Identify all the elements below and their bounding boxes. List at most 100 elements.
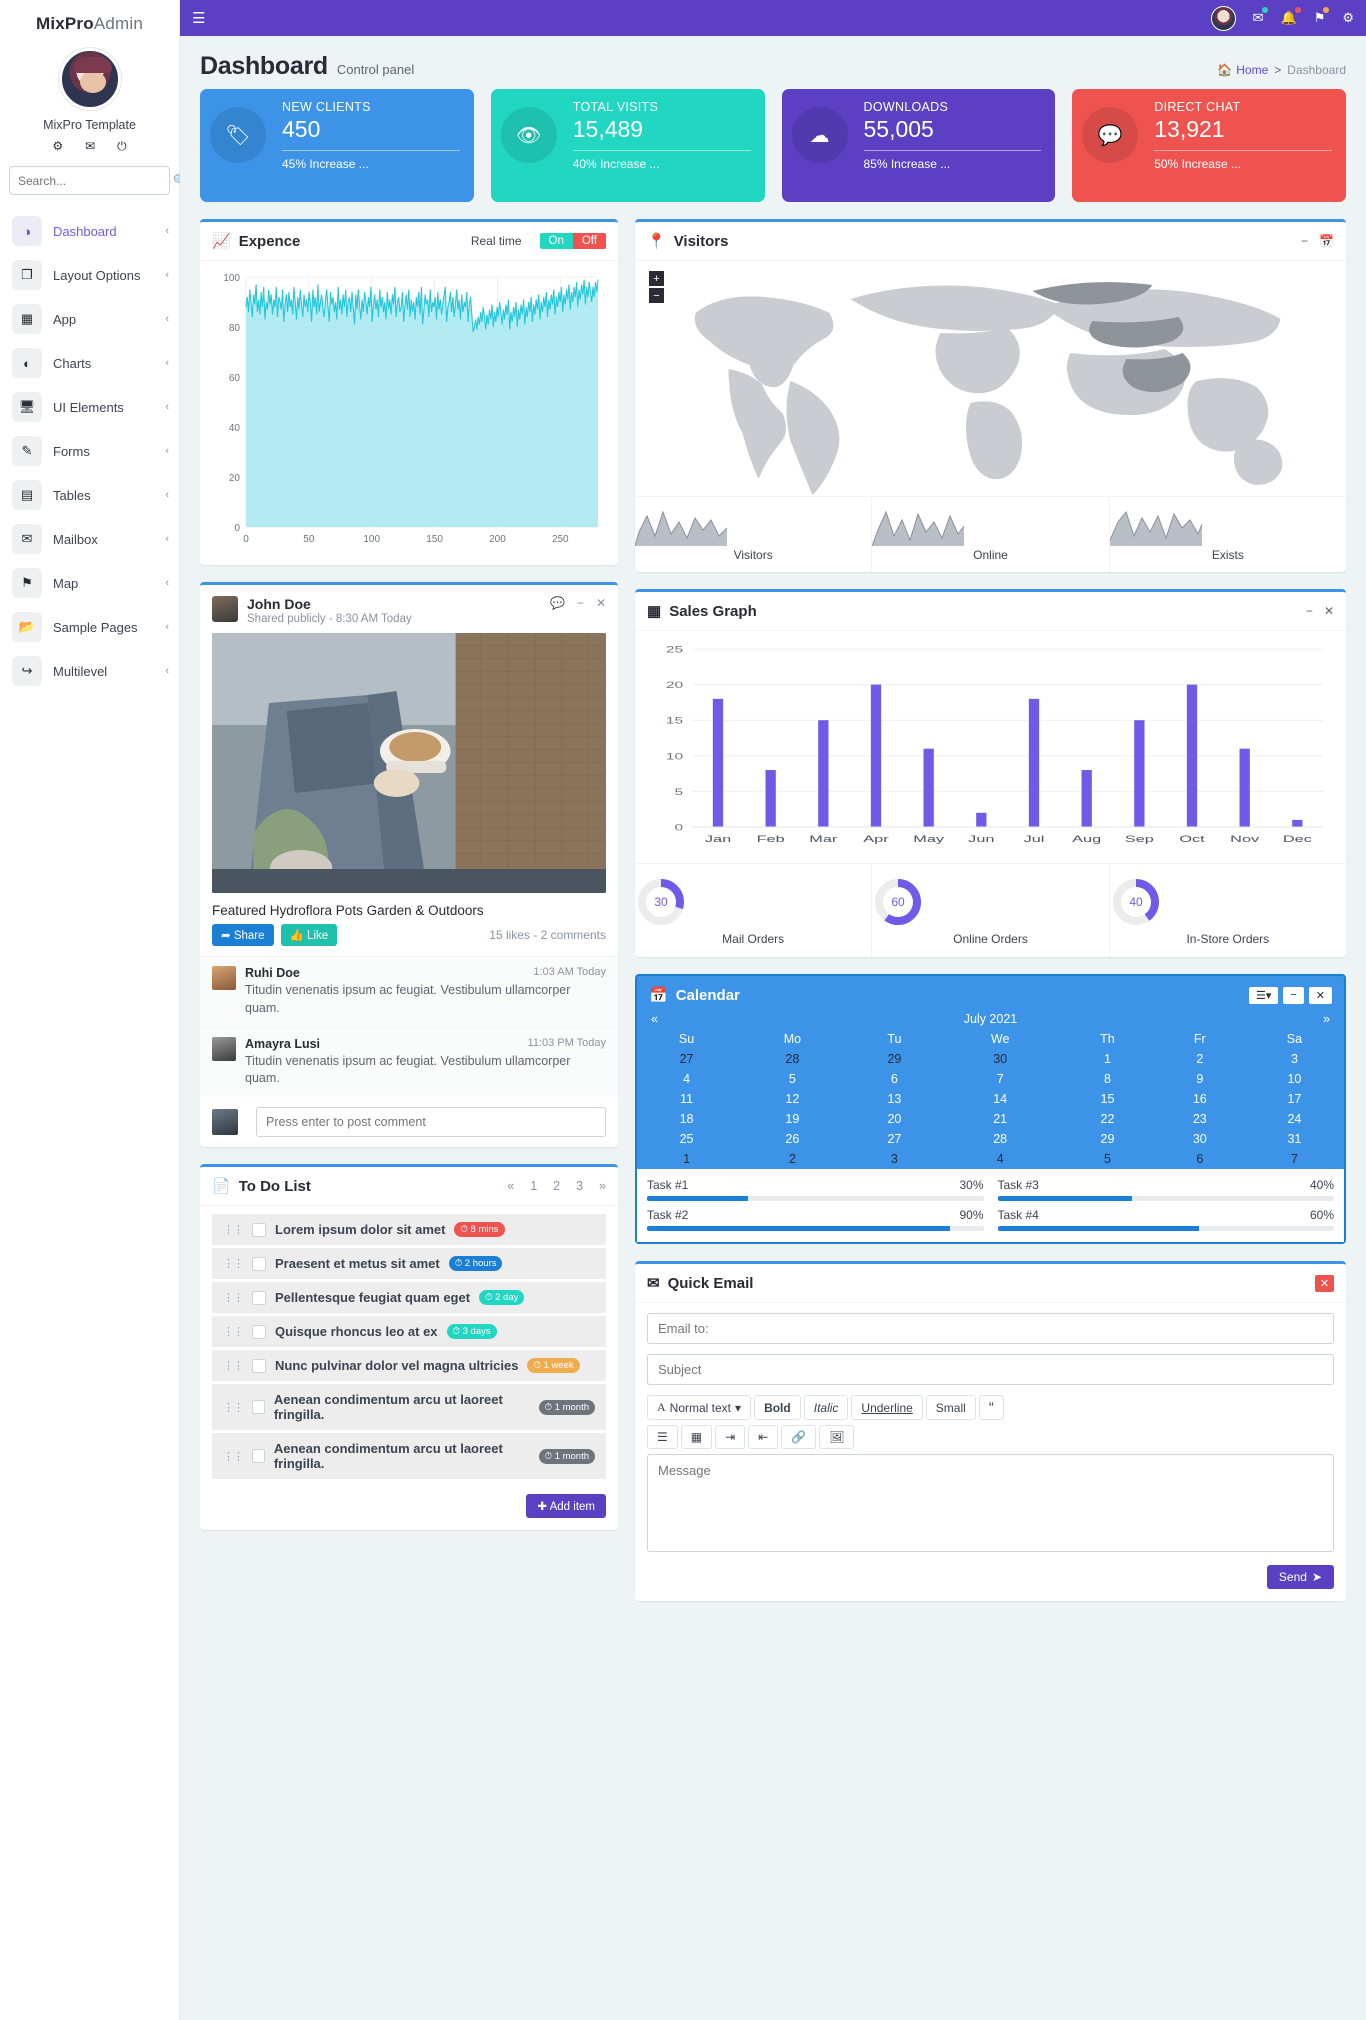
calendar-day[interactable]: 14 <box>940 1089 1060 1109</box>
calendar-day[interactable]: 16 <box>1155 1089 1245 1109</box>
blockquote-button[interactable]: “ <box>978 1395 1004 1420</box>
calendar-day[interactable]: 30 <box>1155 1129 1245 1149</box>
info-box-new-clients[interactable]: 🏷 NEW CLIENTS 450 45% Increase ... <box>200 89 474 202</box>
indent-icon[interactable]: ⇥ <box>715 1425 746 1449</box>
list-icon[interactable]: ☰▾ <box>1248 986 1279 1004</box>
calendar-day[interactable]: 29 <box>1060 1129 1155 1149</box>
comment-input[interactable] <box>256 1107 606 1137</box>
calendar-day[interactable]: 1 <box>637 1149 736 1169</box>
search-input[interactable] <box>18 173 173 188</box>
sidebar-item-tables[interactable]: ▤ Tables ‹ <box>0 473 179 517</box>
calendar-day[interactable]: 1 <box>1060 1049 1155 1069</box>
calendar-day[interactable]: 3 <box>1245 1049 1344 1069</box>
close-icon[interactable]: ✕ <box>1308 986 1332 1004</box>
message-textarea[interactable] <box>647 1454 1334 1552</box>
calendar-day[interactable]: 4 <box>940 1149 1060 1169</box>
calendar-day[interactable]: 28 <box>940 1129 1060 1149</box>
todo-page-1[interactable]: 1 <box>530 1179 537 1193</box>
power-icon[interactable]: ⏻ <box>117 139 127 154</box>
sidebar-item-sample-pages[interactable]: 📂 Sample Pages ‹ <box>0 605 179 649</box>
world-map[interactable]: + − <box>635 261 1346 496</box>
drag-handle-icon[interactable]: ⋮⋮ <box>223 1401 244 1414</box>
todo-checkbox[interactable] <box>252 1290 266 1305</box>
calendar-day[interactable]: 6 <box>849 1069 941 1089</box>
drag-handle-icon[interactable]: ⋮⋮ <box>223 1359 244 1372</box>
image-icon[interactable]: 🖼 <box>819 1425 855 1449</box>
sidebar-item-forms[interactable]: ✎ Forms ‹ <box>0 429 179 473</box>
drag-handle-icon[interactable]: ⋮⋮ <box>223 1325 244 1338</box>
envelope-icon[interactable]: ✉ <box>1253 7 1268 26</box>
todo-row[interactable]: ⋮⋮ Nunc pulvinar dolor vel magna ultrici… <box>212 1350 606 1381</box>
drag-handle-icon[interactable]: ⋮⋮ <box>223 1291 244 1304</box>
calendar-day[interactable]: 30 <box>940 1049 1060 1069</box>
calendar-day[interactable]: 17 <box>1245 1089 1344 1109</box>
calendar-day[interactable]: 11 <box>637 1089 736 1109</box>
add-item-button[interactable]: ✚ Add item <box>526 1494 606 1518</box>
user-avatar[interactable] <box>1210 5 1236 31</box>
send-button[interactable]: Send ➤ <box>1266 1565 1334 1589</box>
info-box-total-visits[interactable]: 👁 TOTAL VISITS 15,489 40% Increase ... <box>490 89 765 202</box>
gear-icon[interactable]: ⚙ <box>1342 10 1354 26</box>
sidebar-item-layout-options[interactable]: ❐ Layout Options ‹ <box>0 253 179 297</box>
calendar-day[interactable]: 22 <box>1060 1109 1155 1129</box>
calendar-day[interactable]: 9 <box>1155 1069 1245 1089</box>
sidebar-item-charts[interactable]: ◐ Charts ‹ <box>0 341 179 385</box>
calendar-day[interactable]: 26 <box>736 1129 849 1149</box>
envelope-icon[interactable]: ✉ <box>85 139 95 154</box>
realtime-on-button[interactable]: On <box>539 233 573 249</box>
calendar-prev-button[interactable]: « <box>651 1012 658 1026</box>
map-zoom-in-button[interactable]: + <box>649 271 664 286</box>
underline-button[interactable]: Underline <box>851 1395 923 1420</box>
calendar-day[interactable]: 27 <box>637 1049 736 1069</box>
calendar-day[interactable]: 10 <box>1245 1069 1344 1089</box>
link-icon[interactable]: 🔗 <box>781 1425 817 1449</box>
todo-row[interactable]: ⋮⋮ Aenean condimentum arcu ut laoreet fr… <box>212 1433 606 1479</box>
calendar-day[interactable]: 6 <box>1155 1149 1245 1169</box>
bold-button[interactable]: Bold <box>754 1395 801 1420</box>
drag-handle-icon[interactable]: ⋮⋮ <box>223 1223 244 1236</box>
minimize-icon[interactable]: − <box>577 596 584 610</box>
realtime-off-button[interactable]: Off <box>572 233 606 249</box>
calendar-day[interactable]: 23 <box>1155 1109 1245 1129</box>
map-zoom-out-button[interactable]: − <box>649 288 664 303</box>
info-box-direct-chat[interactable]: 💬 DIRECT CHAT 13,921 50% Increase ... <box>1072 89 1346 202</box>
calendar-day[interactable]: 28 <box>736 1049 849 1069</box>
calendar-day[interactable]: 4 <box>637 1069 736 1089</box>
todo-checkbox[interactable] <box>252 1358 266 1373</box>
hamburger-icon[interactable]: ☰ <box>192 9 205 27</box>
calendar-next-button[interactable]: » <box>1323 1012 1330 1026</box>
calendar-day[interactable]: 31 <box>1245 1129 1344 1149</box>
list-grid-icon[interactable]: ▦ <box>680 1425 713 1449</box>
todo-row[interactable]: ⋮⋮ Praesent et metus sit amet ⏱ 2 hours <box>212 1248 606 1279</box>
share-button[interactable]: ➦ Share <box>212 924 274 946</box>
sidebar-item-mailbox[interactable]: ✉ Mailbox ‹ <box>0 517 179 561</box>
drag-handle-icon[interactable]: ⋮⋮ <box>223 1257 244 1270</box>
todo-checkbox[interactable] <box>252 1400 265 1414</box>
calendar-day[interactable]: 25 <box>637 1129 736 1149</box>
calendar-day[interactable]: 5 <box>736 1069 849 1089</box>
like-button[interactable]: 👍 Like <box>280 924 338 946</box>
calendar-day[interactable]: 13 <box>849 1089 941 1109</box>
text-style-dropdown[interactable]: A Normal text ▾ <box>647 1395 752 1420</box>
brand-logo[interactable]: MixProAdmin <box>0 0 179 38</box>
flag-icon[interactable]: ⚑ <box>1314 7 1330 26</box>
calendar-day[interactable]: 15 <box>1060 1089 1155 1109</box>
sidebar-item-map[interactable]: ⚑ Map ‹ <box>0 561 179 605</box>
comment-icon[interactable]: 💬 <box>550 596 565 610</box>
email-to-field[interactable] <box>647 1313 1334 1344</box>
bell-icon[interactable]: 🔔 <box>1281 7 1301 26</box>
list-ul-icon[interactable]: ☰ <box>647 1425 678 1449</box>
calendar-day[interactable]: 21 <box>940 1109 1060 1129</box>
todo-checkbox[interactable] <box>252 1449 265 1463</box>
todo-page-3[interactable]: 3 <box>576 1179 583 1193</box>
calendar-day[interactable]: 7 <box>1245 1149 1344 1169</box>
todo-row[interactable]: ⋮⋮ Quisque rhoncus leo at ex ⏱ 3 days <box>212 1316 606 1347</box>
minimize-icon[interactable]: − <box>1283 986 1304 1004</box>
calendar-day[interactable]: 3 <box>849 1149 941 1169</box>
outdent-icon[interactable]: ⇤ <box>748 1425 779 1449</box>
sidebar-item-multilevel[interactable]: ↪ Multilevel ‹ <box>0 649 179 693</box>
todo-checkbox[interactable] <box>252 1256 266 1271</box>
drag-handle-icon[interactable]: ⋮⋮ <box>223 1450 244 1463</box>
calendar-day[interactable]: 27 <box>849 1129 941 1149</box>
calendar-day[interactable]: 24 <box>1245 1109 1344 1129</box>
